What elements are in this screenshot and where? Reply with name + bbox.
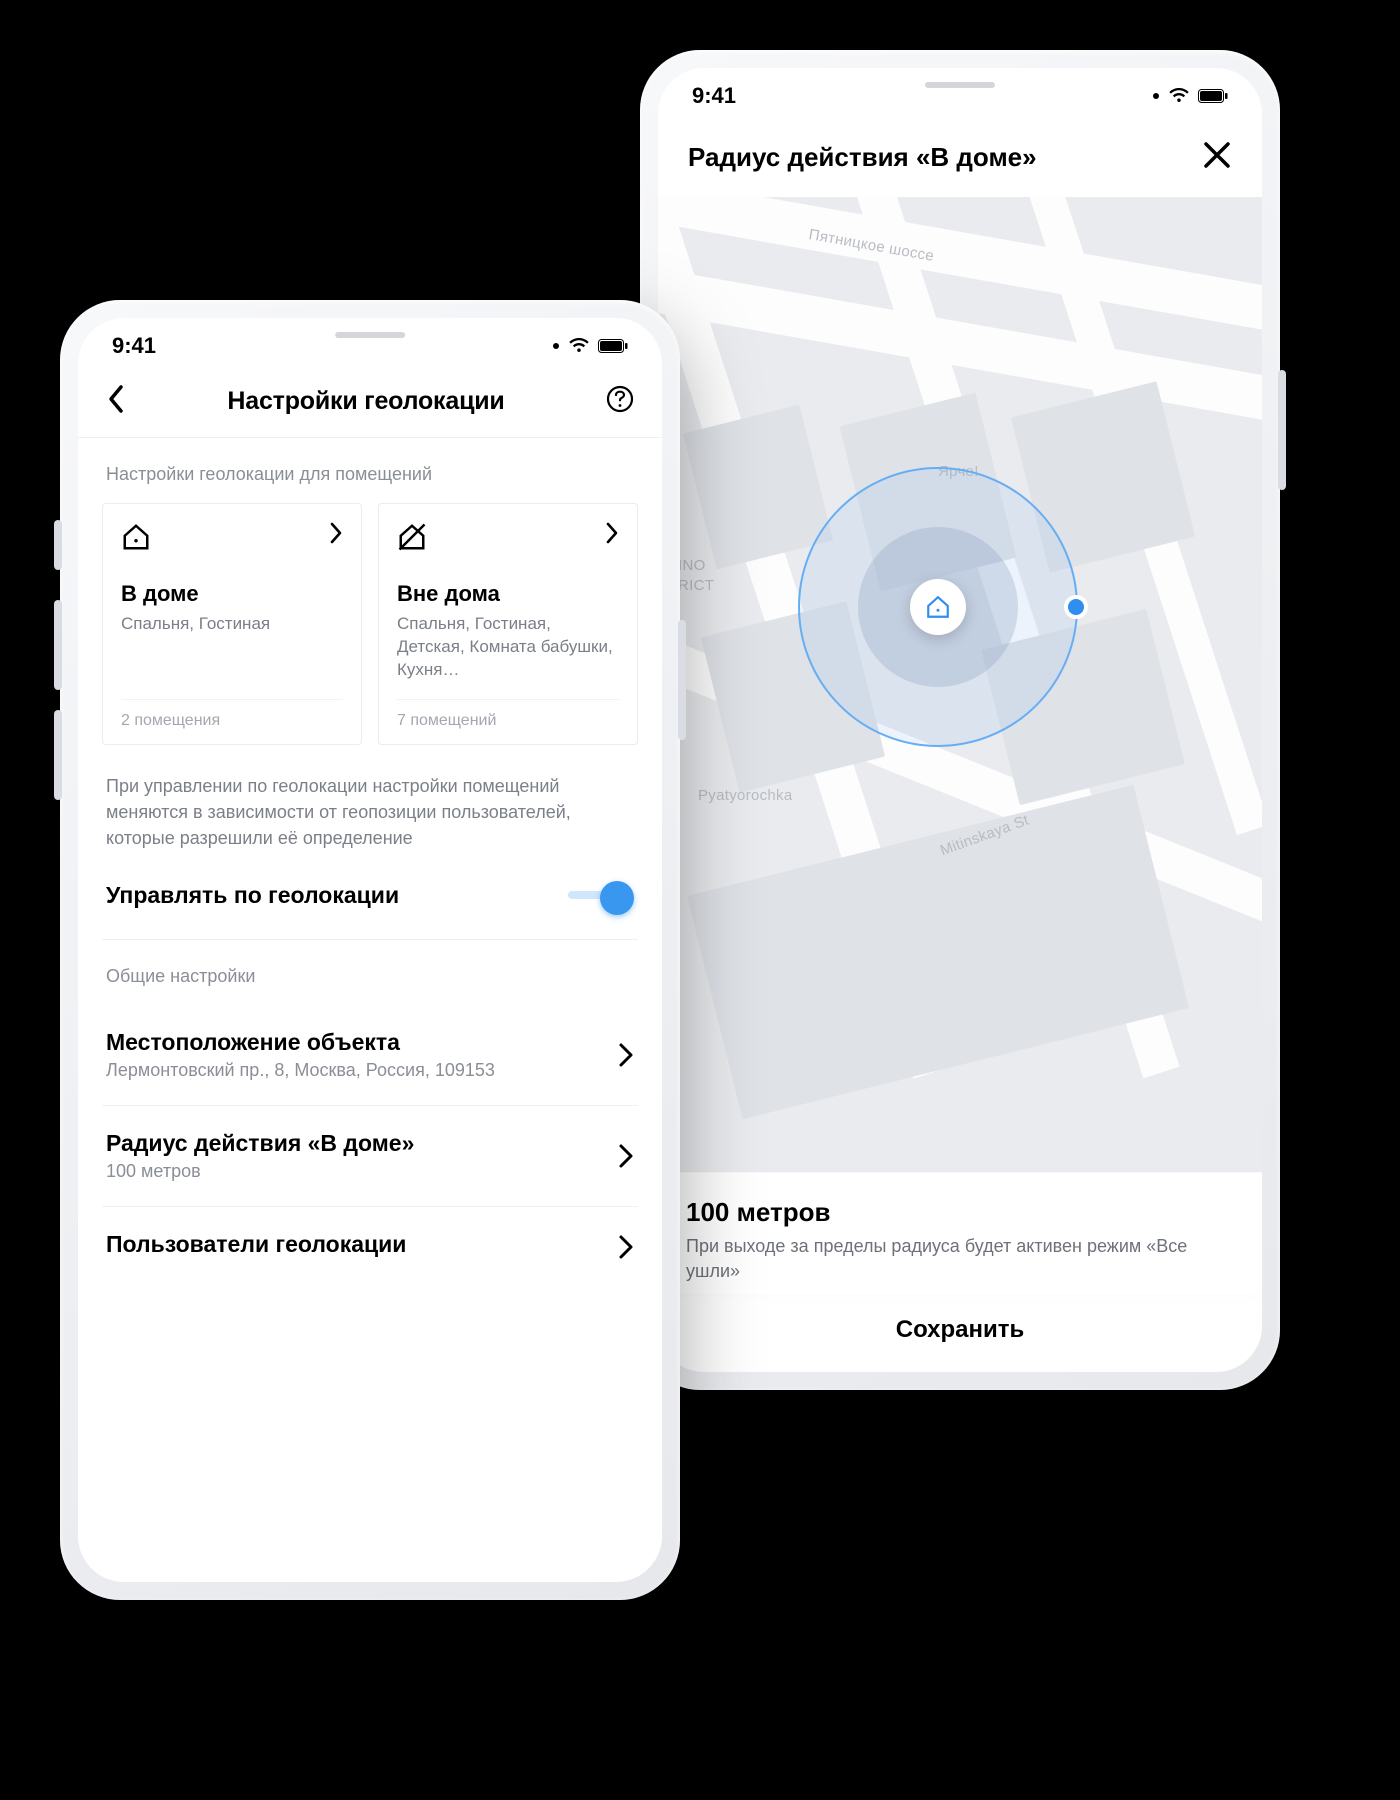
chevron-left-icon xyxy=(106,384,126,414)
geolocation-description: При управлении по геолокации настройки п… xyxy=(106,773,634,851)
radius-value: 100 метров xyxy=(686,1197,1234,1228)
away-icon xyxy=(397,522,427,557)
status-time: 9:41 xyxy=(692,83,736,109)
section-caption-general: Общие настройки xyxy=(106,966,634,987)
screen-left: 9:41 Настройки геолокации Настройки геол… xyxy=(78,318,662,1582)
wifi-icon xyxy=(568,338,590,354)
save-row: Сохранить xyxy=(658,1294,1262,1372)
toggle-row-geolocation: Управлять по геолокации xyxy=(102,851,638,940)
chevron-right-icon xyxy=(618,1042,634,1068)
content-body: Настройки геолокации для помещений В дом… xyxy=(78,438,662,1582)
radius-drag-handle[interactable] xyxy=(1068,599,1084,615)
card-subtitle: Спальня, Гостиная, Детская, Комната бабу… xyxy=(397,613,619,685)
map-view[interactable]: Пятницкое шоссе Ярче! INO RICT Pyatyoroc… xyxy=(658,197,1262,1172)
modal-title: Радиус действия «В доме» xyxy=(688,142,1037,173)
home-pin[interactable] xyxy=(910,579,966,635)
row-subtitle: 100 метров xyxy=(106,1161,414,1182)
map-label-district: INO xyxy=(678,557,706,574)
status-icons xyxy=(552,338,628,354)
card-subtitle: Спальня, Гостиная xyxy=(121,613,343,685)
phone-frame-left: 9:41 Настройки геолокации Настройки геол… xyxy=(60,300,680,1600)
close-button[interactable] xyxy=(1202,140,1232,175)
card-at-home[interactable]: В доме Спальня, Гостиная 2 помещения xyxy=(102,503,362,745)
map-label-poi: Pyatyorochka xyxy=(698,787,792,804)
chevron-right-icon xyxy=(605,522,619,544)
card-away[interactable]: Вне дома Спальня, Гостиная, Детская, Ком… xyxy=(378,503,638,745)
row-object-location[interactable]: Местоположение объекта Лермонтовский пр.… xyxy=(102,1005,638,1106)
home-icon xyxy=(925,594,951,620)
power-button xyxy=(678,620,686,740)
row-title: Местоположение объекта xyxy=(106,1029,495,1056)
status-icons xyxy=(1152,88,1228,104)
card-footer: 7 помещений xyxy=(397,699,619,730)
dot-icon xyxy=(1152,92,1160,100)
volume-down-button xyxy=(54,710,62,800)
phone-frame-right: 9:41 Радиус действия «В доме» xyxy=(640,50,1280,1390)
wifi-icon xyxy=(1168,88,1190,104)
power-button xyxy=(1278,370,1286,490)
row-geolocation-users[interactable]: Пользователи геолокации xyxy=(102,1207,638,1286)
help-button[interactable] xyxy=(606,385,634,418)
row-title: Пользователи геолокации xyxy=(106,1231,406,1258)
page-title: Настройки геолокации xyxy=(227,387,504,416)
close-icon xyxy=(1202,140,1232,170)
save-button[interactable]: Сохранить xyxy=(896,1316,1025,1343)
mute-switch xyxy=(54,520,62,570)
nav-bar: Настройки геолокации xyxy=(78,374,662,438)
battery-icon xyxy=(598,339,628,353)
status-bar: 9:41 xyxy=(658,68,1262,124)
screen-right: 9:41 Радиус действия «В доме» xyxy=(658,68,1262,1372)
map-block xyxy=(687,785,1189,1119)
status-bar: 9:41 xyxy=(78,318,662,374)
battery-icon xyxy=(1198,89,1228,103)
radius-info-panel: 100 метров При выходе за пределы радиуса… xyxy=(658,1172,1262,1294)
geolocation-toggle[interactable] xyxy=(568,881,634,909)
radius-description: При выходе за пределы радиуса будет акти… xyxy=(686,1234,1234,1284)
chevron-right-icon xyxy=(618,1143,634,1169)
status-time: 9:41 xyxy=(112,333,156,359)
dot-icon xyxy=(552,342,560,350)
section-caption-rooms: Настройки геолокации для помещений xyxy=(106,464,634,485)
volume-up-button xyxy=(54,600,62,690)
row-title: Радиус действия «В доме» xyxy=(106,1130,414,1157)
home-icon xyxy=(121,522,151,557)
modal-header: Радиус действия «В доме» xyxy=(658,124,1262,197)
row-subtitle: Лермонтовский пр., 8, Москва, Россия, 10… xyxy=(106,1060,495,1081)
toggle-knob xyxy=(600,881,634,915)
map-block xyxy=(683,405,833,570)
map-label-district: RICT xyxy=(678,577,714,594)
help-icon xyxy=(606,385,634,413)
mode-cards: В доме Спальня, Гостиная 2 помещения Вне… xyxy=(102,503,638,745)
back-button[interactable] xyxy=(106,384,126,419)
row-radius[interactable]: Радиус действия «В доме» 100 метров xyxy=(102,1106,638,1207)
chevron-right-icon xyxy=(618,1234,634,1260)
card-footer: 2 помещения xyxy=(121,699,343,730)
card-title: В доме xyxy=(121,581,343,607)
toggle-label: Управлять по геолокации xyxy=(106,882,399,909)
card-title: Вне дома xyxy=(397,581,619,607)
chevron-right-icon xyxy=(329,522,343,544)
